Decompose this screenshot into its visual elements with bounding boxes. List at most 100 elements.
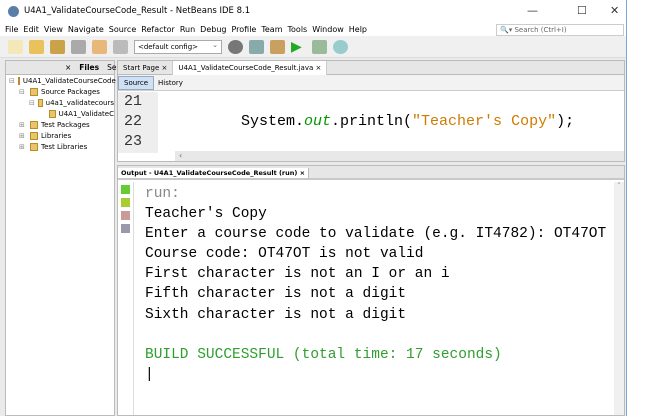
menu-help[interactable]: Help [349,25,367,34]
output-panel: Output - U4A1_ValidateCourseCode_Result … [117,165,625,416]
history-view-button[interactable]: History [158,79,183,87]
tree-item[interactable]: ⊞ Test Packages [6,119,114,130]
undo-icon[interactable] [92,40,107,54]
output-line: Enter a course code to validate (e.g. IT… [145,224,606,244]
line-number: 22 [124,112,158,132]
code-editor: Start Page × U4A1_ValidateCourseCode_Res… [117,60,625,162]
config-select[interactable]: <default config> [134,40,222,54]
menu-debug[interactable]: Debug [200,25,226,34]
menu-file[interactable]: File [5,25,18,34]
new-project-icon[interactable] [29,40,44,54]
menu-navigate[interactable]: Navigate [68,25,104,34]
tree-item-label: Test Packages [41,121,90,129]
new-file-icon[interactable] [8,40,23,54]
project-tree: ⊟ U4A1_ValidateCourseCode ⊟ Source Packages… [6,75,114,152]
output-line: run: [145,184,606,204]
window-title: U4A1_ValidateCourseCode_Result - NetBean… [24,6,250,16]
tree-item[interactable]: ⊞ Libraries [6,130,114,141]
menu-edit[interactable]: Edit [23,25,39,34]
debug-icon[interactable] [312,40,327,54]
menu-source[interactable]: Source [109,25,136,34]
open-project-icon[interactable] [50,40,65,54]
expand-toggle[interactable]: ⊞ [19,132,27,140]
tree-item[interactable]: ⊞ Test Libraries [6,141,114,152]
menu-profile[interactable]: Profile [231,25,256,34]
menu-team[interactable]: Team [261,25,282,34]
netbeans-icon [8,6,19,17]
vertical-scrollbar[interactable]: ˄ [614,182,624,415]
browser-icon[interactable] [228,40,243,54]
line-number: 21 [124,92,158,112]
folder-icon [30,88,38,96]
line-number: 23 [124,132,158,152]
source-view-button[interactable]: Source [118,76,154,90]
save-all-icon[interactable] [71,40,86,54]
build-icon[interactable] [249,40,264,54]
title-bar: U4A1_ValidateCourseCode_Result - NetBean… [0,0,626,22]
close-button[interactable]: ✕ [610,4,619,17]
tree-item[interactable]: ⊟ U4A1_ValidateCourseCode [6,75,114,86]
output-line: Fifth character is not a digit [145,284,606,304]
tree-item-label: u4a1_validatecours [46,99,114,107]
folder-icon [38,99,43,107]
minimize-button[interactable]: — [527,4,538,17]
rerun-with-options-icon[interactable] [121,198,130,207]
expand-toggle[interactable]: ⊟ [29,99,35,107]
tree-item-label: Test Libraries [41,143,87,151]
expand-toggle[interactable]: ⊞ [19,143,27,151]
horizontal-scrollbar[interactable]: ‹ [175,151,624,161]
projects-close-icon[interactable]: × [61,63,75,72]
menu-view[interactable]: View [44,25,63,34]
maximize-button[interactable]: ☐ [577,4,587,17]
tab-files[interactable]: Files [75,63,103,72]
code-token: System. [241,113,304,130]
expand-toggle[interactable]: ⊟ [19,88,27,96]
tree-item-label: Source Packages [41,88,100,96]
clean-build-icon[interactable] [270,40,285,54]
menu-refactor[interactable]: Refactor [141,25,175,34]
netbeans-window: U4A1_ValidateCourseCode_Result - NetBean… [0,0,627,416]
tree-item-label: U4A1_ValidateC [59,110,114,118]
tree-item-label: Libraries [41,132,71,140]
code-string: "Teacher's Copy" [412,113,556,130]
tree-item[interactable]: ⊟ u4a1_validatecours [6,97,114,108]
code-token: out [304,113,331,130]
settings-icon[interactable] [121,224,130,233]
rerun-icon[interactable] [121,185,130,194]
output-line [145,325,606,345]
profile-icon[interactable] [333,40,348,54]
run-icon[interactable]: ▶ [291,40,306,54]
code-token: .println( [331,113,412,130]
tab-java-file[interactable]: U4A1_ValidateCourseCode_Result.java × [173,61,327,75]
output-line: BUILD SUCCESSFUL (total time: 17 seconds… [145,345,606,365]
output-line: First character is not an I or an i [145,264,606,284]
output-line: Sixth character is not a digit [145,305,606,325]
output-line: Teacher's Copy [145,204,606,224]
projects-panel: × Files Serv... — ⊟U4A1_ValidateCourseCo… [5,60,115,416]
tab-start-page[interactable]: Start Page × [118,61,173,75]
expand-toggle[interactable]: ⊟ [9,77,15,85]
expand-toggle[interactable]: ⊞ [19,121,27,129]
output-line: Course code: OT47OT is not valid [145,244,606,264]
folder-icon [49,110,56,118]
tree-item[interactable]: ⊟ Source Packages [6,86,114,97]
redo-icon[interactable] [113,40,128,54]
search-placeholder: Search (Ctrl+I) [514,26,566,34]
code-token: ); [556,113,574,130]
search-input[interactable]: 🔍▾ Search (Ctrl+I) [496,24,624,36]
folder-icon [30,143,38,151]
folder-icon [18,77,20,85]
output-text[interactable]: run:Teacher's CopyEnter a course code to… [145,184,606,385]
menu-window[interactable]: Window [312,25,344,34]
menu-run[interactable]: Run [180,25,195,34]
folder-icon [30,121,38,129]
folder-icon [30,132,38,140]
stop-icon[interactable] [121,211,130,220]
main-toolbar: <default config> ▶ [0,36,626,58]
tree-item[interactable]: U4A1_ValidateC [6,108,114,119]
menu-tools[interactable]: Tools [288,25,308,34]
line-numbers: 212223 [118,92,158,153]
tab-output[interactable]: Output - U4A1_ValidateCourseCode_Result … [118,168,309,178]
code-line-22[interactable]: System.out.println("Teacher's Copy"); [178,112,574,132]
tree-item-label: U4A1_ValidateCourseCode [23,77,116,85]
